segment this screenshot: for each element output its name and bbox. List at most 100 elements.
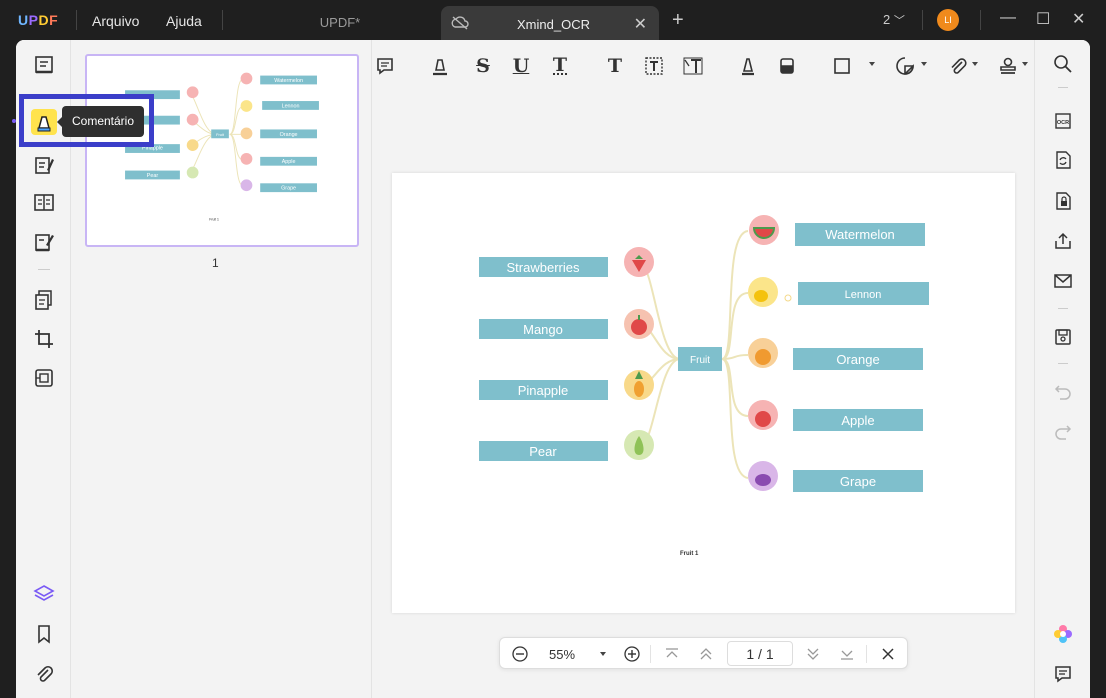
text-callout-icon[interactable] [680, 54, 706, 78]
convert-icon[interactable] [1052, 149, 1074, 171]
stamp-icon[interactable] [995, 54, 1021, 78]
strawberry-icon [624, 247, 654, 277]
crop-icon[interactable] [31, 326, 57, 352]
text-box-icon[interactable] [641, 54, 667, 78]
attachment-icon[interactable] [31, 661, 57, 687]
lemon-icon [748, 277, 792, 307]
svg-text:Orange: Orange [280, 132, 298, 138]
minimize-icon[interactable]: — [1000, 9, 1016, 27]
page-layout-icon[interactable] [31, 189, 57, 215]
save-icon[interactable] [1052, 326, 1074, 348]
highlight-icon[interactable] [427, 54, 453, 78]
stamp-dropdown-icon[interactable] [1022, 62, 1028, 66]
label-pinapple: Pinapple [518, 383, 569, 398]
user-avatar[interactable]: LI [937, 9, 959, 31]
search-icon[interactable] [1052, 53, 1074, 75]
window-close-icon[interactable]: ✕ [1072, 9, 1085, 29]
strikethrough-icon[interactable]: S [470, 54, 496, 78]
svg-text:Apple: Apple [282, 159, 296, 165]
svg-text:OCR: OCR [1057, 120, 1069, 126]
label-grape: Grape [840, 474, 876, 489]
tools-icon[interactable] [31, 365, 57, 391]
zoom-level[interactable]: 55% [542, 643, 582, 665]
mango-icon [624, 309, 654, 339]
comment-tooltip: Comentário [57, 106, 144, 137]
underline-icon[interactable]: U [508, 54, 534, 78]
cloud-off-icon [451, 16, 469, 30]
next-page-icon[interactable] [803, 643, 823, 665]
label-apple: Apple [841, 413, 874, 428]
maximize-icon[interactable]: ☐ [1036, 9, 1050, 29]
ocr-icon[interactable]: OCR [1052, 110, 1074, 132]
zoom-in-icon[interactable] [622, 643, 642, 665]
tab-close-icon[interactable]: ✕ [634, 14, 647, 34]
sticker-icon[interactable] [892, 54, 918, 78]
sticky-note-icon[interactable] [372, 54, 398, 78]
email-icon[interactable] [1052, 270, 1074, 292]
active-indicator [12, 119, 16, 123]
grape-icon [748, 461, 778, 491]
svg-text:Watermelon: Watermelon [274, 78, 303, 84]
svg-text:Pear: Pear [147, 173, 159, 179]
watermelon-icon [749, 215, 779, 245]
ai-assistant-icon[interactable] [1052, 623, 1074, 645]
redo-icon[interactable] [1052, 423, 1074, 445]
close-zoom-bar-icon[interactable] [878, 643, 898, 665]
eraser-icon[interactable] [774, 54, 800, 78]
label-lennon: Lennon [845, 289, 882, 301]
zoom-out-icon[interactable] [510, 643, 530, 665]
right-toolbar: OCR [1034, 40, 1090, 698]
thumbnail-page-number: 1 [212, 256, 219, 270]
main-frame: Pinapple Pear Fruit Watermelon Lennon Or… [16, 40, 1090, 698]
text-icon[interactable]: T [602, 54, 628, 78]
tab-xmind-ocr[interactable]: Xmind_OCR ✕ [441, 6, 659, 40]
pdf-page: Strawberries Mango Pinapple Pear Fruit W… [392, 173, 1015, 613]
document-viewer: S U T T Strawberries Mango Pinapple Pear… [372, 40, 1034, 698]
organize-pages-icon[interactable] [31, 287, 57, 313]
mind-map: Strawberries Mango Pinapple Pear Fruit W… [479, 215, 929, 557]
label-strawberries: Strawberries [507, 260, 580, 275]
last-page-icon[interactable] [837, 643, 857, 665]
undo-icon[interactable] [1052, 383, 1074, 405]
new-tab-icon[interactable]: + [672, 9, 684, 32]
sticker-dropdown-icon[interactable] [921, 62, 927, 66]
pencil-icon[interactable] [735, 54, 761, 78]
fill-sign-icon[interactable] [31, 229, 57, 255]
label-fruit: Fruit [690, 355, 710, 366]
edit-pdf-icon[interactable] [31, 152, 57, 178]
comments-panel-icon[interactable] [1052, 663, 1074, 685]
bookmark-icon[interactable] [31, 621, 57, 647]
menu-help[interactable]: Ajuda [166, 13, 202, 29]
page-count-dropdown[interactable]: 2 ﹀ [883, 12, 905, 28]
svg-text:Grape: Grape [281, 186, 296, 192]
reader-mode-icon[interactable] [31, 52, 57, 78]
comment-toolbar: S U T T [372, 40, 1034, 92]
page-footer: Fruit 1 [680, 551, 699, 557]
pear-icon [624, 430, 654, 460]
share-icon[interactable] [1052, 230, 1074, 252]
previous-page-icon[interactable] [696, 643, 716, 665]
tab-updf[interactable]: UPDF* [240, 6, 440, 40]
attach-dropdown-icon[interactable] [972, 62, 978, 66]
layers-icon[interactable] [31, 581, 57, 607]
thumbnail-preview: Pinapple Pear Fruit Watermelon Lennon Or… [125, 72, 319, 222]
zoom-bar: 55% 1 / 1 [499, 637, 908, 669]
zoom-dropdown-icon[interactable] [600, 652, 606, 656]
label-watermelon: Watermelon [825, 227, 895, 242]
page-number-input[interactable]: 1 / 1 [727, 641, 793, 666]
protect-icon[interactable] [1052, 190, 1074, 212]
squiggly-underline-icon[interactable]: T [547, 54, 573, 78]
svg-text:Fruit 1: Fruit 1 [209, 218, 219, 222]
updf-logo: UPDF [18, 12, 59, 28]
tab-label: Xmind_OCR [517, 17, 590, 32]
pineapple-icon [624, 370, 654, 400]
first-page-icon[interactable] [662, 643, 682, 665]
svg-text:Lennon: Lennon [282, 103, 300, 109]
menu-file[interactable]: Arquivo [92, 13, 139, 29]
attach-file-icon[interactable] [945, 54, 971, 78]
shape-icon[interactable] [829, 54, 855, 78]
apple-icon [748, 400, 778, 430]
orange-icon [748, 338, 778, 368]
shape-dropdown-icon[interactable] [869, 62, 875, 66]
page-thumbnail[interactable]: Pinapple Pear Fruit Watermelon Lennon Or… [85, 54, 359, 247]
